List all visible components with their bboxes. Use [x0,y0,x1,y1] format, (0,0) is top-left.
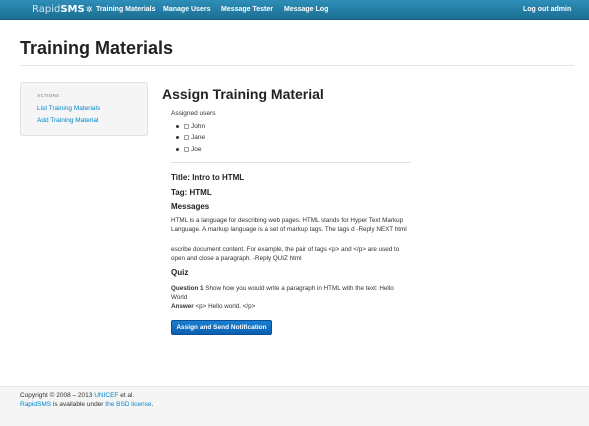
material-tag: Tag: HTML [171,188,212,197]
quiz-answer: Answer <p> Hello world. </p> [171,302,407,311]
message-text-1: HTML is a language for describing web pa… [171,217,407,233]
copyright-suffix: et al. [118,392,135,399]
license-line: RapidSMS is available under the BSD lice… [20,400,153,409]
bullet-icon [176,148,179,151]
messages-heading: Messages [171,202,210,211]
nav-message-log[interactable]: Message Log [284,4,328,16]
brand-strong: SMS [60,4,85,15]
message-text-2: escribe document content. For example, t… [171,246,400,262]
question-text: Show how you would write a paragraph in … [171,285,394,301]
sidebar-header: ACTIONS [37,93,60,98]
answer-text: <p> Hello world. </p> [193,303,256,310]
rapidsms-link[interactable]: RapidSMS [20,401,51,408]
brand-prefix: Rapid [32,4,61,15]
page-title: Training Materials [20,38,174,58]
answer-label: Answer [171,303,194,310]
user-checkbox-john[interactable] [184,123,189,129]
bullet-icon [176,136,179,139]
unicef-link[interactable]: UNICEF [94,392,118,399]
actions-sidebar: ACTIONS List Training Materials Add Trai… [20,82,148,136]
license-end: . [151,401,154,408]
copyright-line: Copyright © 2008 – 2013 UNICEF et al. [20,391,134,400]
quiz-question: Question 1 Show how you would write a pa… [171,284,407,302]
license-text: is available under [51,401,106,408]
bsd-license-link[interactable]: the BSD license [105,401,151,408]
sidebar-item-list-training-materials[interactable]: List Training Materials [37,105,100,112]
page-footer: Copyright © 2008 – 2013 UNICEF et al. Ra… [0,386,589,426]
assign-send-notification-button[interactable]: Assign and Send Notification [171,320,272,335]
top-navbar: RapidSMS✲ Training Materials Manage User… [0,0,589,20]
nav-manage-users[interactable]: Manage Users [163,4,210,16]
user-label: Jane [191,134,206,141]
brand-signal-icon: ✲ [85,5,93,14]
sidebar-item-add-training-material[interactable]: Add Training Material [37,117,98,124]
section-heading: Assign Training Material [162,86,324,102]
title-divider [20,65,574,66]
user-label: John [191,123,206,130]
nav-training-materials[interactable]: Training Materials [96,4,156,16]
assigned-users-label: Assigned users [171,110,216,117]
logout-link[interactable]: Log out admin [523,4,571,16]
user-label: Joe [191,146,202,153]
question-label: Question 1 [171,285,204,292]
bullet-icon [176,125,179,128]
brand-logo[interactable]: RapidSMS✲ [32,3,92,17]
copyright-text: Copyright © 2008 – 2013 [20,392,95,399]
quiz-heading: Quiz [171,268,189,277]
content-divider [171,162,411,163]
user-checkbox-jane[interactable] [184,134,189,140]
user-checkbox-joe[interactable] [184,146,189,152]
material-title: Title: Intro to HTML [171,173,245,182]
nav-message-tester[interactable]: Message Tester [221,4,273,16]
